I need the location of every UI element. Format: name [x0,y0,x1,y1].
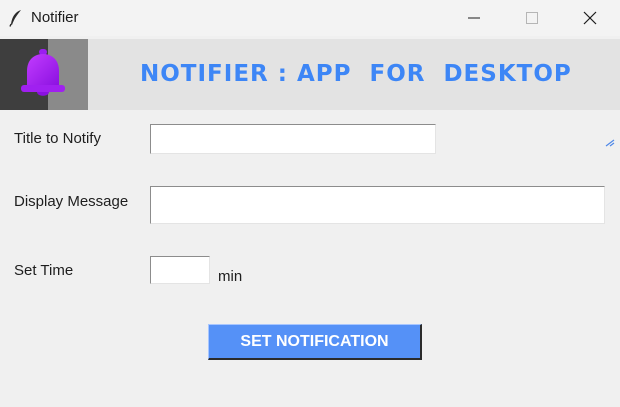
time-input[interactable] [150,256,210,284]
title-input[interactable] [150,124,436,154]
set-notification-button[interactable]: SET NOTIFICATION [208,324,422,360]
time-unit-label: min [218,268,243,285]
title-bar: Notifier [0,0,620,36]
notifier-window: Notifier NOTIFIER: APP FOR DESKTOP Titl… [0,0,620,407]
header-banner: NOTIFIER : APP FOR DESKTOP [0,39,620,147]
title-label: Title to Notify [14,130,101,147]
close-button[interactable] [567,0,613,36]
message-input[interactable] [150,186,605,224]
window-title: Notifier [31,9,79,26]
feather-icon [9,10,21,27]
bell-icon [21,49,65,96]
close-icon [583,11,597,25]
minimize-button[interactable] [451,0,497,36]
message-label: Display Message [14,193,129,210]
minimize-icon [468,17,480,19]
time-label: Set Time [14,262,74,279]
resize-grip-icon [605,139,615,147]
maximize-button[interactable] [509,0,555,36]
banner-title: NOTIFIER : APP FOR DESKTOP [140,61,572,87]
maximize-icon [526,12,538,24]
bell-tile [0,39,88,110]
